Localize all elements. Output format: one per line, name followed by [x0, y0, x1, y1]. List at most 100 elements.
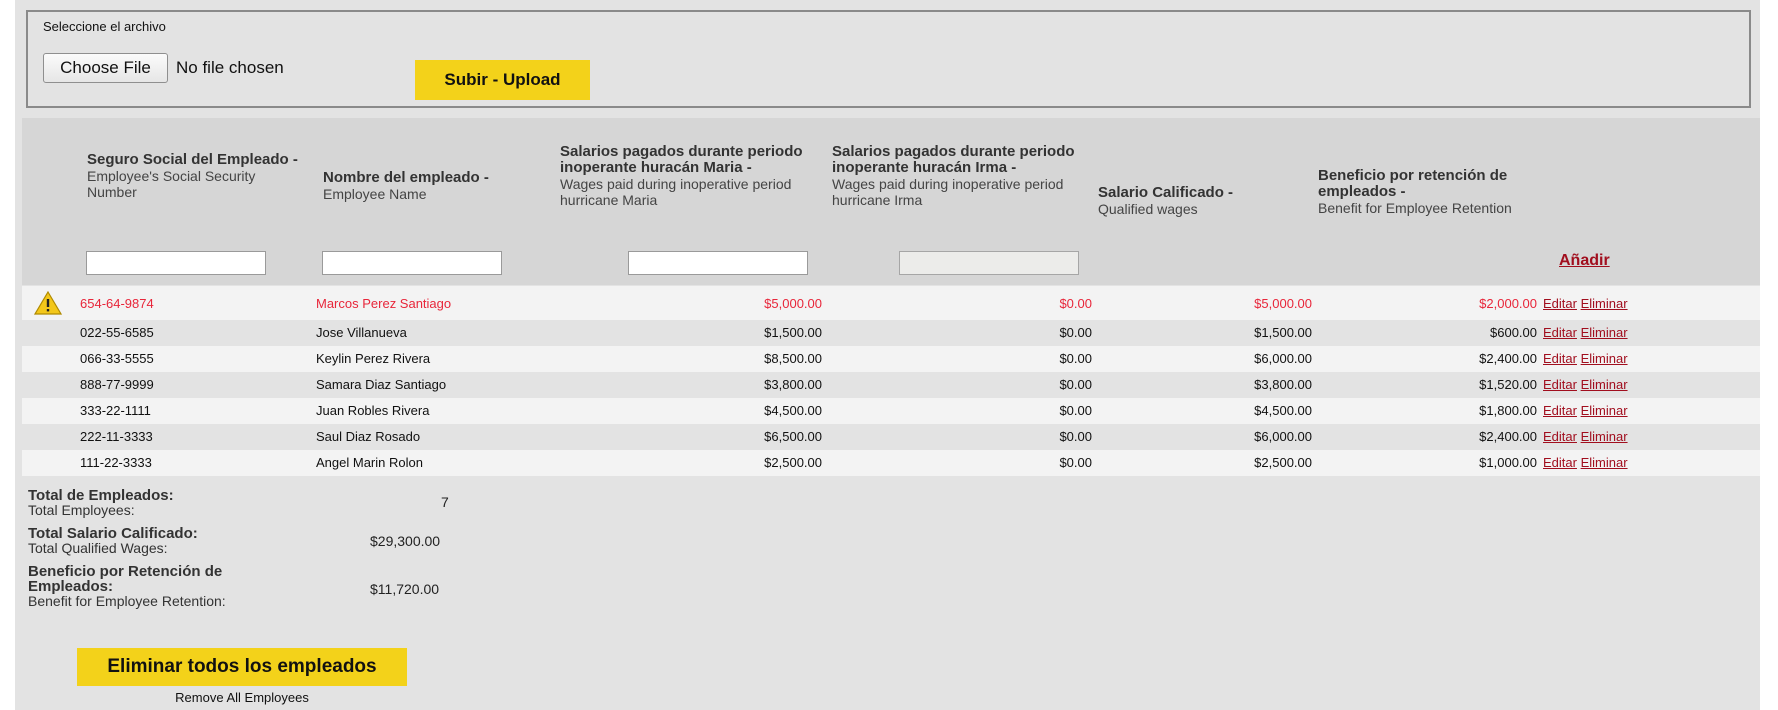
column-header-ssn-en: Employee's Social Security Number [87, 168, 256, 200]
cell-benefit: $600.00 [1490, 325, 1537, 340]
column-header-maria-es: Salarios pagados durante periodo inopera… [560, 143, 803, 176]
column-header-maria-en: Wages paid during inoperative period hur… [560, 176, 792, 208]
cell-benefit: $1,800.00 [1479, 403, 1537, 418]
total-qualified-label-es: Total Salario Calificado: [28, 525, 198, 542]
total-benefit-label-en: Benefit for Employee Retention: [28, 593, 226, 609]
cell-maria: $2,500.00 [764, 455, 822, 470]
cell-maria: $1,500.00 [764, 325, 822, 340]
edit-link[interactable]: Editar [1543, 296, 1577, 311]
column-header-benefit-en: Benefit for Employee Retention [1318, 200, 1512, 216]
column-header-maria: Salarios pagados durante periodo inopera… [560, 143, 815, 209]
cell-qualified: $3,800.00 [1254, 377, 1312, 392]
total-employees-value: 7 [441, 494, 449, 510]
cell-qualified: $5,000.00 [1254, 296, 1312, 311]
total-benefit-label: Beneficio por Retención de Empleados: Be… [28, 564, 226, 609]
row-actions: Editar Eliminar [1543, 296, 1628, 311]
column-header-ssn: Seguro Social del Empleado - Employee's … [87, 151, 307, 201]
row-actions: Editar Eliminar [1543, 455, 1628, 470]
edit-link[interactable]: Editar [1543, 377, 1577, 392]
column-header-name: Nombre del empleado - Employee Name [323, 170, 533, 203]
column-header-benefit-es: Beneficio por retención de empleados - [1318, 167, 1508, 200]
cell-maria: $3,800.00 [764, 377, 822, 392]
cell-name: Jose Villanueva [316, 325, 407, 340]
choose-file-button[interactable]: Choose File [43, 53, 168, 83]
table-row: 654-64-9874 Marcos Perez Santiago $5,000… [22, 286, 1760, 320]
cell-maria: $8,500.00 [764, 351, 822, 366]
cell-ssn: 222-11-3333 [80, 429, 153, 444]
table-row: 888-77-9999 Samara Diaz Santiago $3,800.… [22, 372, 1760, 398]
cell-name: Samara Diaz Santiago [316, 377, 447, 392]
edit-link[interactable]: Editar [1543, 403, 1577, 418]
column-header-qualified-en: Qualified wages [1098, 201, 1198, 217]
cell-ssn: 111-22-3333 [80, 455, 152, 470]
table-row: 333-22-1111 Juan Robles Rivera $4,500.00… [22, 398, 1760, 424]
cell-qualified: $6,000.00 [1254, 429, 1312, 444]
total-employees-label-en: Total Employees: [28, 502, 135, 518]
cell-qualified: $4,500.00 [1254, 403, 1312, 418]
cell-qualified: $6,000.00 [1254, 351, 1312, 366]
cell-ssn: 888-77-9999 [80, 377, 154, 392]
remove-all-button[interactable]: Eliminar todos los empleados [77, 648, 407, 686]
cell-qualified: $2,500.00 [1254, 455, 1312, 470]
cell-ssn: 066-33-5555 [80, 351, 154, 366]
cell-benefit: $1,000.00 [1479, 455, 1537, 470]
total-benefit-value: $11,720.00 [370, 581, 440, 597]
edit-link[interactable]: Editar [1543, 429, 1577, 444]
delete-link[interactable]: Eliminar [1581, 455, 1628, 470]
total-qualified-label: Total Salario Calificado: Total Qualifie… [28, 526, 198, 556]
total-benefit-label-es-2: Empleados: [28, 578, 114, 595]
ssn-filter-input[interactable] [86, 251, 266, 275]
row-actions: Editar Eliminar [1543, 377, 1628, 392]
table-row: 066-33-5555 Keylin Perez Rivera $8,500.0… [22, 346, 1760, 372]
row-actions: Editar Eliminar [1543, 325, 1628, 340]
total-benefit-label-es-1: Beneficio por Retención de [28, 563, 223, 580]
cell-benefit: $2,400.00 [1479, 429, 1537, 444]
upload-button[interactable]: Subir - Upload [415, 60, 590, 100]
upload-label: Seleccione el archivo [43, 19, 166, 34]
cell-benefit: $2,400.00 [1479, 351, 1537, 366]
cell-qualified: $1,500.00 [1254, 325, 1312, 340]
delete-link[interactable]: Eliminar [1581, 296, 1628, 311]
total-qualified-value: $29,300.00 [370, 533, 441, 549]
cell-maria: $6,500.00 [764, 429, 822, 444]
delete-link[interactable]: Eliminar [1581, 351, 1628, 366]
column-header-irma-en: Wages paid during inoperative period hur… [832, 176, 1064, 208]
cell-ssn: 654-64-9874 [80, 296, 154, 311]
table-row: 111-22-3333 Angel Marin Rolon $2,500.00 … [22, 450, 1760, 476]
row-actions: Editar Eliminar [1543, 351, 1628, 366]
cell-ssn: 333-22-1111 [80, 403, 151, 418]
cell-irma: $0.00 [1059, 325, 1092, 340]
warning-triangle-icon [34, 291, 62, 315]
add-link[interactable]: Añadir [1559, 252, 1610, 270]
irma-filter-input [899, 251, 1079, 275]
total-employees-label-es: Total de Empleados: [28, 487, 174, 504]
cell-irma: $0.00 [1059, 296, 1092, 311]
cell-name: Marcos Perez Santiago [316, 296, 452, 311]
cell-irma: $0.00 [1059, 377, 1092, 392]
table-row: 022-55-6585 Jose Villanueva $1,500.00 $0… [22, 320, 1760, 346]
cell-ssn: 022-55-6585 [80, 325, 154, 340]
cell-irma: $0.00 [1059, 429, 1092, 444]
cell-name: Keylin Perez Rivera [316, 351, 431, 366]
cell-irma: $0.00 [1059, 455, 1092, 470]
cell-name: Angel Marin Rolon [316, 455, 423, 470]
maria-filter-input[interactable] [628, 251, 808, 275]
edit-link[interactable]: Editar [1543, 351, 1577, 366]
delete-link[interactable]: Eliminar [1581, 429, 1628, 444]
column-header-name-en: Employee Name [323, 186, 427, 202]
edit-link[interactable]: Editar [1543, 325, 1577, 340]
file-status: No file chosen [176, 58, 284, 77]
remove-all-sublabel: Remove All Employees [175, 690, 309, 705]
delete-link[interactable]: Eliminar [1581, 325, 1628, 340]
cell-benefit: $2,000.00 [1479, 296, 1537, 311]
total-qualified-label-en: Total Qualified Wages: [28, 540, 168, 556]
cell-irma: $0.00 [1059, 351, 1092, 366]
table-row: 222-11-3333 Saul Diaz Rosado $6,500.00 $… [22, 424, 1760, 450]
edit-link[interactable]: Editar [1543, 455, 1577, 470]
name-filter-input[interactable] [322, 251, 502, 275]
column-header-ssn-es: Seguro Social del Empleado - [87, 151, 298, 168]
delete-link[interactable]: Eliminar [1581, 403, 1628, 418]
delete-link[interactable]: Eliminar [1581, 377, 1628, 392]
cell-name: Saul Diaz Rosado [316, 429, 421, 444]
cell-maria: $5,000.00 [764, 296, 822, 311]
